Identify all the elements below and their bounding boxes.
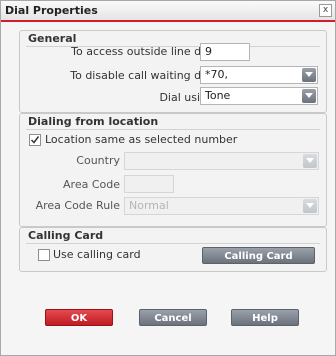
- chevron-down-icon[interactable]: [303, 154, 317, 168]
- calling-card-group: Calling Card Use calling card Calling Ca…: [19, 227, 327, 272]
- location-divider: [26, 129, 320, 130]
- general-group-title: General: [28, 32, 77, 45]
- ok-button[interactable]: OK: [45, 309, 113, 326]
- country-select[interactable]: [124, 152, 319, 170]
- area-code-rule-select[interactable]: Normal: [124, 197, 319, 215]
- chevron-down-icon[interactable]: [303, 199, 317, 213]
- cancel-button[interactable]: Cancel: [139, 309, 207, 326]
- location-group-title: Dialing from location: [28, 115, 159, 128]
- area-code-label: Area Code: [63, 178, 120, 191]
- dialog-title: Dial Properties: [5, 4, 98, 17]
- calling-card-button[interactable]: Calling Card: [202, 247, 315, 264]
- calling-card-group-title: Calling Card: [28, 229, 104, 242]
- call-waiting-label: To disable call waiting dial: [70, 69, 214, 82]
- location-same-label: Location same as selected number: [45, 133, 238, 146]
- dial-using-select[interactable]: Tone: [200, 87, 318, 105]
- close-icon[interactable]: x: [319, 4, 332, 17]
- call-waiting-value: *70,: [205, 68, 228, 81]
- title-bar[interactable]: Dial Properties x: [1, 1, 335, 22]
- chevron-down-icon[interactable]: [302, 89, 316, 103]
- help-button[interactable]: Help: [231, 309, 299, 326]
- area-code-input[interactable]: [124, 175, 174, 193]
- checkmark-icon: [30, 136, 40, 144]
- chevron-down-icon[interactable]: [302, 68, 316, 82]
- area-code-rule-label: Area Code Rule: [35, 199, 120, 212]
- dial-properties-dialog: Dial Properties x General To access outs…: [0, 0, 336, 356]
- outside-line-label: To access outside line dial: [71, 45, 214, 58]
- location-group: Dialing from location Location same as s…: [19, 113, 327, 227]
- dial-using-value: Tone: [205, 89, 231, 102]
- area-code-rule-value: Normal: [129, 199, 169, 212]
- country-label: Country: [76, 154, 120, 167]
- use-calling-card-checkbox[interactable]: [38, 249, 50, 261]
- general-group: General To access outside line dial 9 To…: [19, 30, 327, 113]
- calling-card-divider: [26, 243, 320, 244]
- use-calling-card-label: Use calling card: [53, 248, 141, 261]
- location-same-checkbox[interactable]: [29, 134, 41, 146]
- outside-line-input[interactable]: 9: [200, 43, 250, 61]
- call-waiting-select[interactable]: *70,: [200, 66, 318, 84]
